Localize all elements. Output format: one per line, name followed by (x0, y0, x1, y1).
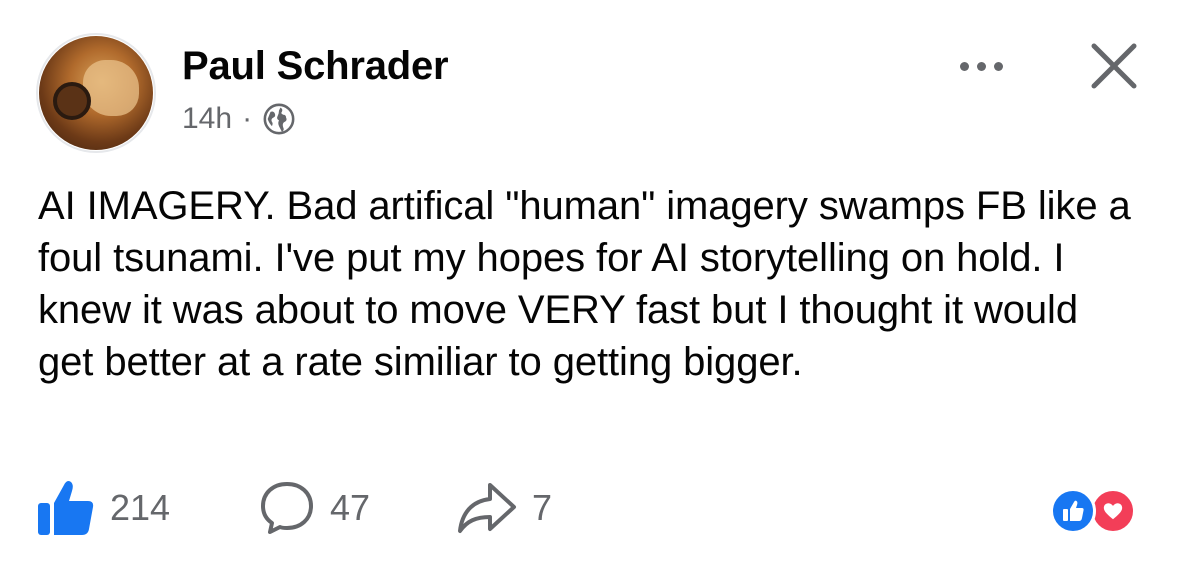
avatar-image (39, 36, 153, 150)
more-options-icon-dot-3 (993, 61, 1003, 71)
share-count: 7 (532, 487, 553, 528)
author-name[interactable]: Paul Schrader (182, 44, 449, 89)
share-arrow-icon (458, 483, 516, 533)
globe-icon (263, 103, 295, 135)
more-options-icon (959, 61, 969, 71)
like-button[interactable]: 214 (36, 476, 170, 540)
post-actions-bar: 214 47 7 (36, 476, 1146, 540)
post-meta: 14h · (182, 102, 296, 136)
more-options-icon-dot-2 (976, 61, 986, 71)
comment-count: 47 (330, 487, 371, 528)
comment-button[interactable]: 47 (258, 476, 370, 540)
timestamp[interactable]: 14h (182, 102, 232, 136)
post-card: Paul Schrader 14h · AI IMAGERY. Bad arti… (0, 0, 1179, 571)
like-reaction-icon (1050, 488, 1096, 534)
thumbs-up-icon (38, 481, 94, 535)
post-body-text: AI IMAGERY. Bad artifical "human" imager… (38, 184, 1131, 384)
avatar[interactable] (36, 33, 156, 153)
love-reaction-icon (1090, 488, 1136, 534)
share-button[interactable]: 7 (456, 476, 552, 540)
like-count: 214 (110, 487, 171, 528)
close-icon[interactable] (1086, 38, 1142, 94)
comment-icon (261, 482, 313, 534)
reactions-summary[interactable] (1050, 488, 1142, 534)
meta-separator: · (242, 102, 253, 135)
avatar-figure (83, 60, 139, 116)
avatar-film-reel (53, 82, 91, 120)
more-options-button[interactable] (946, 48, 1016, 84)
